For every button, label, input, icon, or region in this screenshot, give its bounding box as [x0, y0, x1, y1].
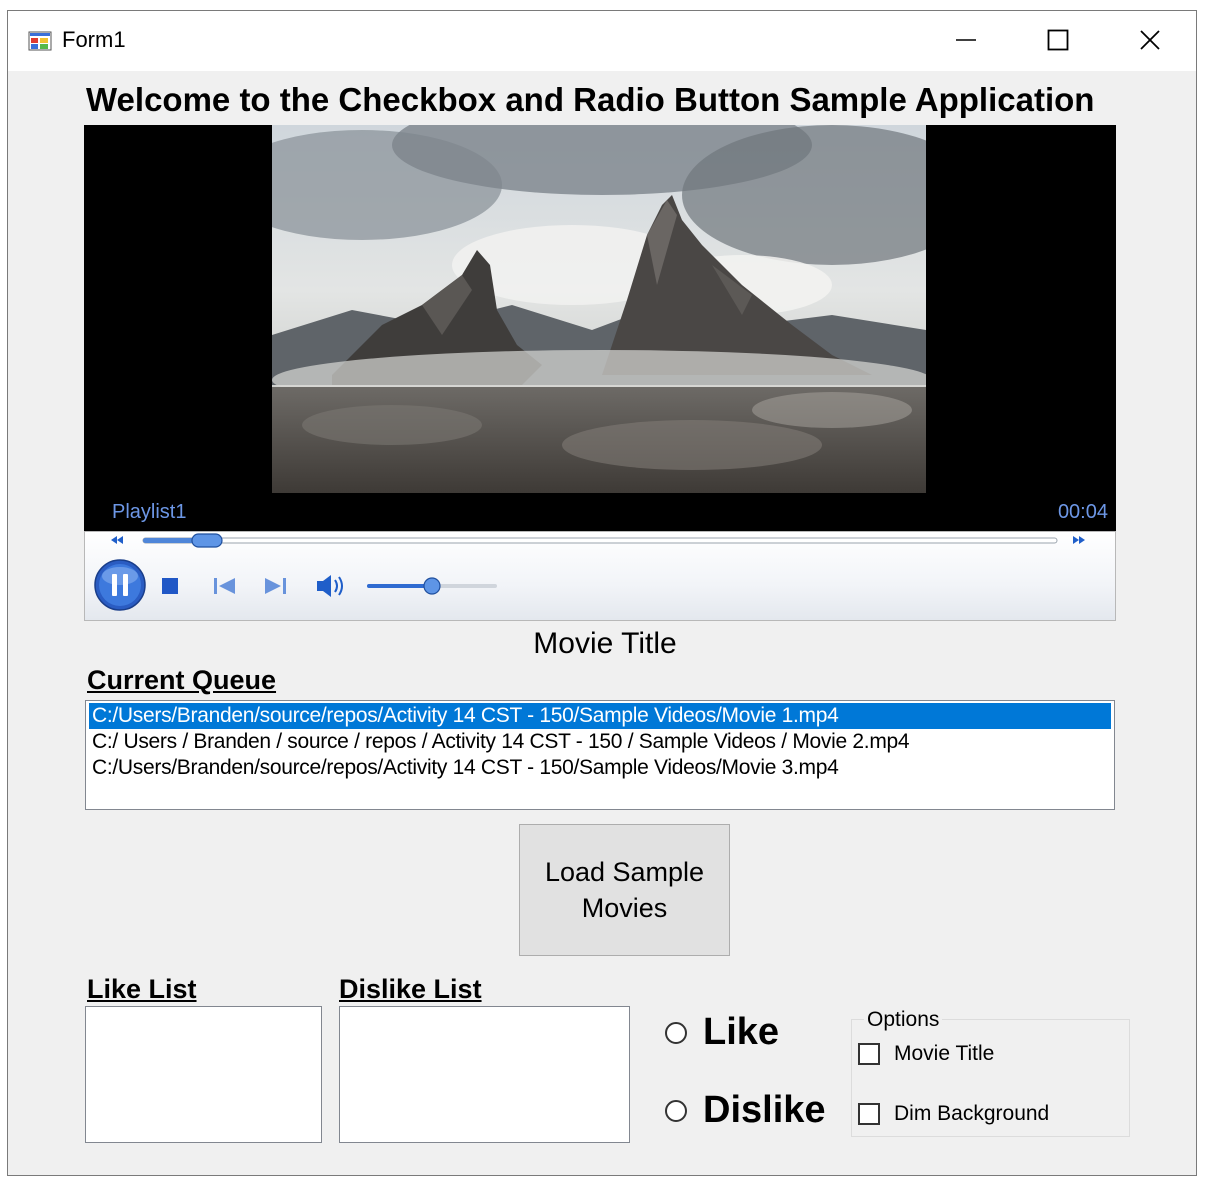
movie-title-checkbox[interactable]: Movie Title: [858, 1042, 994, 1066]
dislike-radio-circle[interactable]: [665, 1099, 687, 1122]
seek-thumb[interactable]: [191, 533, 223, 548]
minimize-button[interactable]: [920, 11, 1012, 69]
load-button-label-line1: Load Sample: [544, 857, 705, 887]
current-queue-label: Current Queue: [87, 665, 277, 695]
close-icon: [1140, 30, 1160, 50]
media-player[interactable]: Playlist1 00:04: [84, 125, 1116, 621]
title-bar[interactable]: Form1: [8, 11, 1196, 71]
video-display[interactable]: Playlist1 00:04: [84, 125, 1116, 531]
dim-background-checkbox-box[interactable]: [858, 1103, 880, 1125]
dim-background-checkbox[interactable]: Dim Background: [858, 1102, 1049, 1126]
close-button[interactable]: [1104, 11, 1196, 69]
queue-item[interactable]: C:/Users/Branden/source/repos/Activity 1…: [89, 703, 1111, 729]
like-radio[interactable]: Like: [665, 1011, 779, 1054]
dim-background-checkbox-label: Dim Background: [894, 1102, 1050, 1125]
movie-title-checkbox-label: Movie Title: [894, 1042, 995, 1065]
movie-title-label: Movie Title: [533, 627, 677, 660]
like-radio-circle[interactable]: [665, 1021, 687, 1044]
rewind-icon[interactable]: [111, 536, 123, 544]
movie-title-checkbox-box[interactable]: [858, 1043, 880, 1065]
options-label: Options: [864, 1008, 943, 1032]
queue-item[interactable]: C:/ Users / Branden / source / repos / A…: [89, 729, 1111, 755]
queue-listbox[interactable]: C:/Users/Branden/source/repos/Activity 1…: [85, 700, 1115, 810]
like-radio-label: Like: [703, 1011, 780, 1053]
fast-forward-icon[interactable]: [1073, 536, 1085, 544]
dislike-radio[interactable]: Dislike: [665, 1089, 826, 1132]
like-list-label: Like List: [87, 974, 197, 1004]
load-button-label-line2: Movies: [581, 893, 668, 923]
form1-window: Form1 Welcome to the Checkbox and Radio …: [7, 10, 1197, 1176]
volume-fill: [367, 584, 432, 588]
video-frame: [272, 125, 926, 493]
minimize-icon: [956, 39, 976, 41]
welcome-heading: Welcome to the Checkbox and Radio Button…: [86, 81, 1095, 118]
load-sample-movies-button[interactable]: Load Sample Movies: [519, 824, 730, 956]
dislike-radio-label: Dislike: [703, 1089, 826, 1131]
next-icon[interactable]: [265, 578, 286, 594]
previous-icon[interactable]: [214, 578, 235, 594]
window-title: Form1: [62, 27, 126, 52]
playlist-label: Playlist1: [112, 501, 187, 523]
queue-item[interactable]: C:/Users/Branden/source/repos/Activity 1…: [89, 755, 1111, 781]
maximize-button[interactable]: [1012, 11, 1104, 69]
seek-track[interactable]: [142, 537, 1058, 544]
time-display: 00:04: [1057, 501, 1108, 523]
volume-thumb[interactable]: [423, 577, 441, 595]
maximize-icon: [1047, 29, 1069, 51]
controls-svg: [94, 533, 1085, 611]
dislike-list-label: Dislike List: [339, 974, 482, 1004]
like-listbox[interactable]: [85, 1006, 322, 1143]
volume-icon[interactable]: [317, 575, 343, 597]
app-icon: [28, 31, 52, 51]
stop-icon[interactable]: [162, 578, 178, 594]
player-controls: [84, 531, 1116, 621]
dislike-listbox[interactable]: [339, 1006, 630, 1143]
options-groupbox: Options Movie Title Dim Background: [851, 1008, 1130, 1137]
pause-button[interactable]: [94, 559, 146, 611]
